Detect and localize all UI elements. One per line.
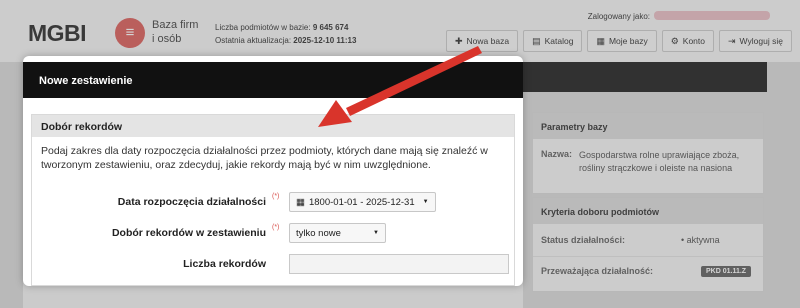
record-count-row: Liczba rekordów (32, 254, 516, 274)
selection-row: Dobór rekordów w zestawieniu (*) tylko n… (32, 223, 516, 243)
record-selection-section: Dobór rekordów Podaj zakres dla daty roz… (31, 114, 515, 286)
required-marker: (*) (272, 193, 280, 200)
date-range-label: Data rozpoczęcia działalności (117, 196, 266, 208)
selection-value: tylko nowe (296, 227, 341, 239)
section-title: Dobór rekordów (32, 115, 514, 137)
selection-dropdown[interactable]: tylko nowe ▼ (289, 223, 386, 243)
record-count-label: Liczba rekordów (183, 258, 266, 270)
calendar-icon: ▦ (296, 196, 305, 208)
date-range-picker[interactable]: ▦ 1800-01-01 - 2025-12-31 ▼ (289, 192, 436, 212)
chevron-down-icon: ▼ (422, 199, 429, 205)
modal-title: Nowe zestawienie (23, 62, 523, 98)
date-range-value: 1800-01-01 - 2025-12-31 (308, 196, 415, 208)
section-description: Podaj zakres dla daty rozpoczęcia działa… (41, 145, 488, 171)
selection-label: Dobór rekordów w zestawieniu (111, 227, 266, 239)
chevron-down-icon: ▼ (373, 230, 379, 236)
new-report-modal: Nowe zestawienie Dobór rekordów Podaj za… (23, 56, 523, 286)
record-count-field[interactable] (289, 254, 509, 274)
date-range-row: Data rozpoczęcia działalności (*) ▦ 1800… (32, 192, 516, 212)
required-marker: (*) (272, 224, 280, 231)
